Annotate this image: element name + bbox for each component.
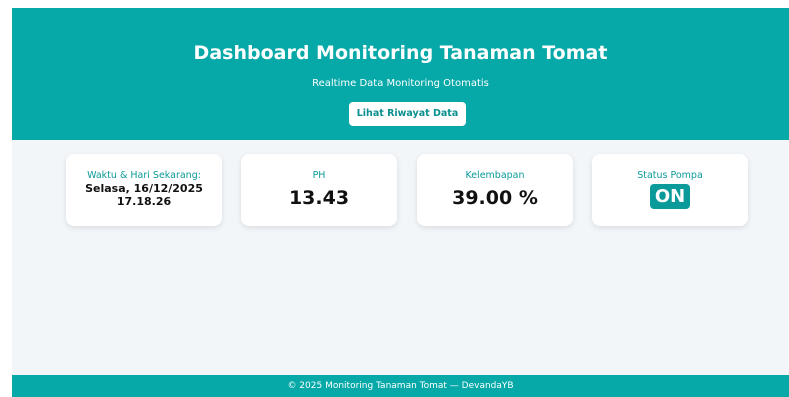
pump-status-label: Status Pompa xyxy=(637,170,703,181)
humidity-card-label: Kelembapan xyxy=(465,170,525,181)
page-title: Dashboard Monitoring Tanaman Tomat xyxy=(193,42,608,64)
current-time: 17.18.26 xyxy=(116,195,172,208)
page-footer: © 2025 Monitoring Tanaman Tomat — Devand… xyxy=(12,375,789,397)
time-card: Waktu & Hari Sekarang: Selasa, 16/12/202… xyxy=(66,154,222,226)
page-subtitle: Realtime Data Monitoring Otomatis xyxy=(312,78,489,89)
page-header: Dashboard Monitoring Tanaman Tomat Realt… xyxy=(12,8,789,140)
dashboard-page: Dashboard Monitoring Tanaman Tomat Realt… xyxy=(12,8,789,397)
humidity-value: 39.00 % xyxy=(452,187,538,209)
pump-status-badge: ON xyxy=(650,184,690,209)
view-history-button[interactable]: Lihat Riwayat Data xyxy=(349,102,466,126)
footer-text: © 2025 Monitoring Tanaman Tomat — Devand… xyxy=(287,381,514,391)
humidity-card: Kelembapan 39.00 % xyxy=(417,154,573,226)
pump-status-card: Status Pompa ON xyxy=(592,154,748,226)
ph-value: 13.43 xyxy=(288,187,350,209)
current-date: Selasa, 16/12/2025 xyxy=(85,182,203,195)
ph-card-label: PH xyxy=(312,170,326,181)
time-card-label: Waktu & Hari Sekarang: xyxy=(87,170,201,181)
ph-card: PH 13.43 xyxy=(241,154,397,226)
